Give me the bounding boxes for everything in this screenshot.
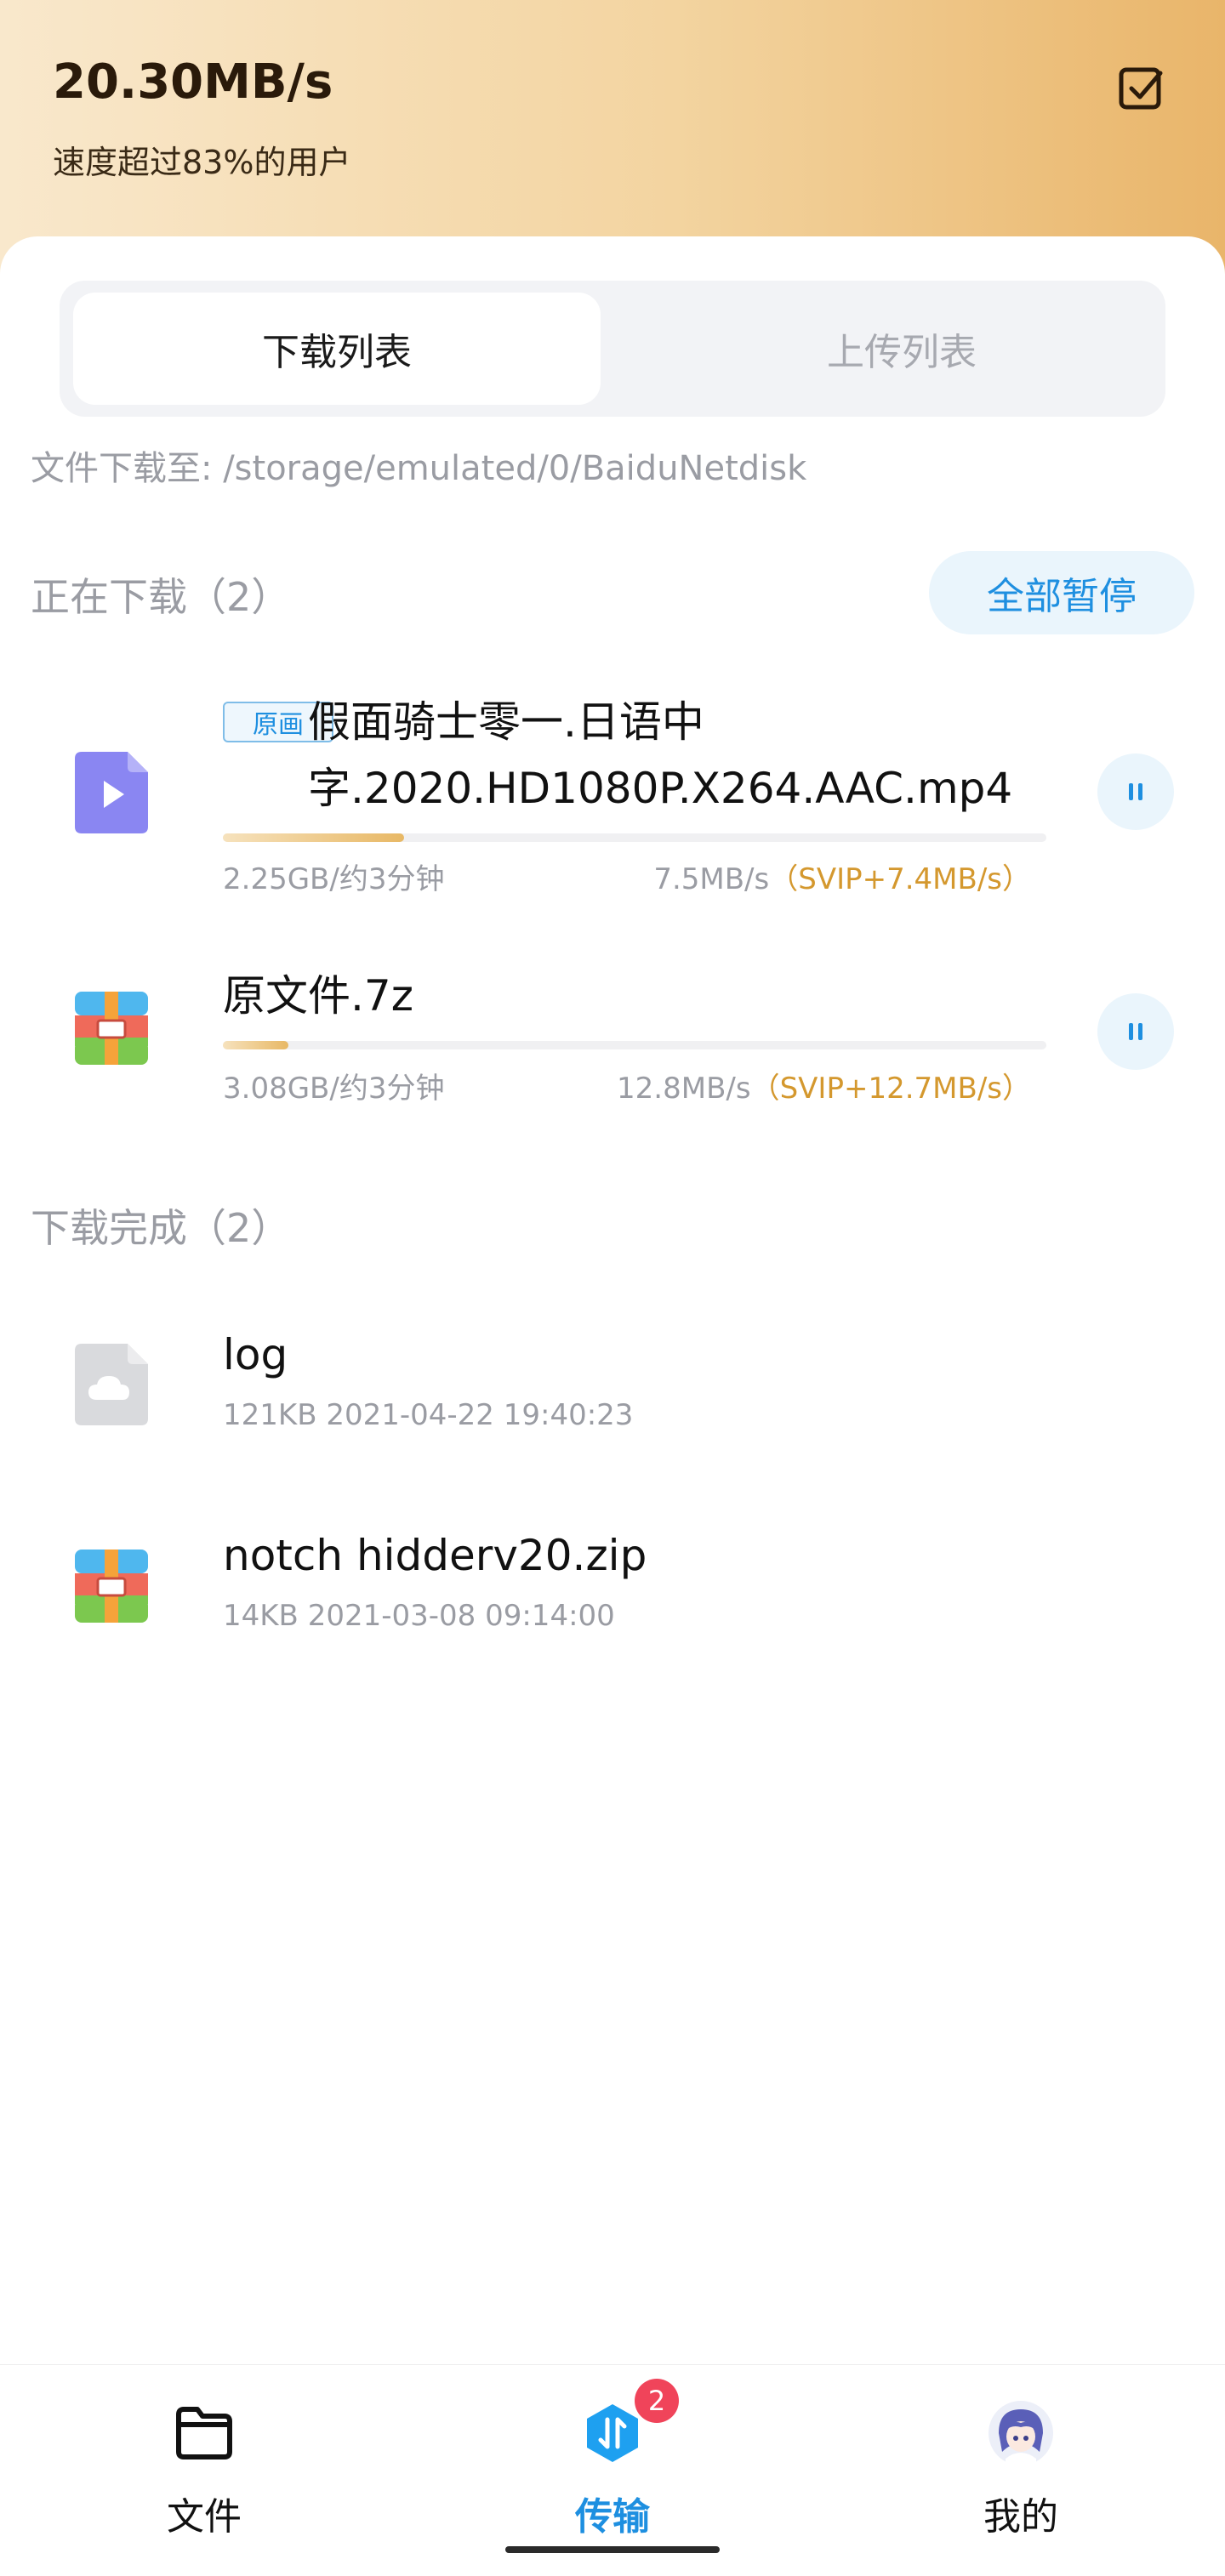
avatar-icon bbox=[987, 2399, 1055, 2467]
bottom-nav: 文件 2 传输 我的 bbox=[0, 2364, 1225, 2576]
file-name: 原文件.7z bbox=[223, 971, 413, 1021]
home-indicator bbox=[505, 2546, 720, 2553]
pause-icon bbox=[1129, 1023, 1142, 1040]
nav-label-files: 文件 bbox=[167, 2495, 242, 2539]
folder-icon bbox=[170, 2399, 238, 2467]
speed-value: 7.5MB/s bbox=[653, 862, 770, 896]
nav-item-transfer[interactable]: 2 传输 bbox=[510, 2379, 715, 2552]
download-progress-fill bbox=[223, 833, 404, 842]
svip-speed: （SVIP+7.4MB/s） bbox=[769, 862, 1031, 896]
nav-item-mine[interactable]: 我的 bbox=[919, 2399, 1123, 2552]
check-square-icon[interactable] bbox=[1116, 61, 1167, 112]
current-speed: 20.30MB/s bbox=[53, 54, 333, 110]
file-name-line2: 字.2020.HD1080P.X264.AAC.mp4 bbox=[308, 764, 1013, 813]
tab-upload-list[interactable]: 上传列表 bbox=[638, 293, 1165, 405]
pause-icon bbox=[1129, 783, 1142, 800]
pause-all-button[interactable]: 全部暂停 bbox=[929, 551, 1194, 634]
size-eta: 2.25GB/约3分钟 bbox=[223, 862, 445, 896]
nav-label-transfer: 传输 bbox=[575, 2495, 650, 2539]
file-name-line1: 假面骑士零一.日语中 bbox=[308, 697, 704, 747]
size-eta: 3.08GB/约3分钟 bbox=[223, 1072, 445, 1106]
speed-rank-text: 速度超过83%的用户 bbox=[53, 144, 351, 181]
file-name: log bbox=[223, 1330, 288, 1379]
file-name: notch hidderv20.zip bbox=[223, 1531, 647, 1580]
download-progress-bar bbox=[223, 1041, 1046, 1049]
video-file-icon bbox=[75, 752, 148, 833]
nav-label-mine: 我的 bbox=[983, 2495, 1058, 2539]
tab-download-list[interactable]: 下载列表 bbox=[73, 293, 601, 405]
list-tabs: 下载列表 上传列表 bbox=[60, 281, 1165, 417]
pause-button[interactable] bbox=[1097, 993, 1174, 1070]
pause-button[interactable] bbox=[1097, 753, 1174, 830]
nav-item-files[interactable]: 文件 bbox=[102, 2399, 306, 2552]
download-speed: 12.8MB/s（SVIP+12.7MB/s） bbox=[617, 1065, 1031, 1106]
download-path: 文件下载至: /storage/emulated/0/BaiduNetdisk bbox=[31, 449, 807, 488]
svip-speed: （SVIP+12.7MB/s） bbox=[750, 1072, 1031, 1106]
download-progress-fill bbox=[223, 1041, 289, 1049]
archive-file-icon bbox=[75, 992, 148, 1073]
archive-file-icon bbox=[75, 1550, 148, 1631]
file-meta: 121KB 2021-04-22 19:40:23 bbox=[223, 1398, 634, 1432]
file-meta: 14KB 2021-03-08 09:14:00 bbox=[223, 1599, 615, 1633]
downloading-section-title: 正在下载（2） bbox=[31, 574, 291, 620]
transfer-count-badge: 2 bbox=[635, 2379, 679, 2423]
download-progress-bar bbox=[223, 833, 1046, 842]
completed-section-title: 下载完成（2） bbox=[31, 1205, 291, 1251]
cloud-file-icon bbox=[75, 1344, 148, 1425]
speed-value: 12.8MB/s bbox=[617, 1072, 751, 1106]
download-speed: 7.5MB/s（SVIP+7.4MB/s） bbox=[653, 856, 1031, 897]
